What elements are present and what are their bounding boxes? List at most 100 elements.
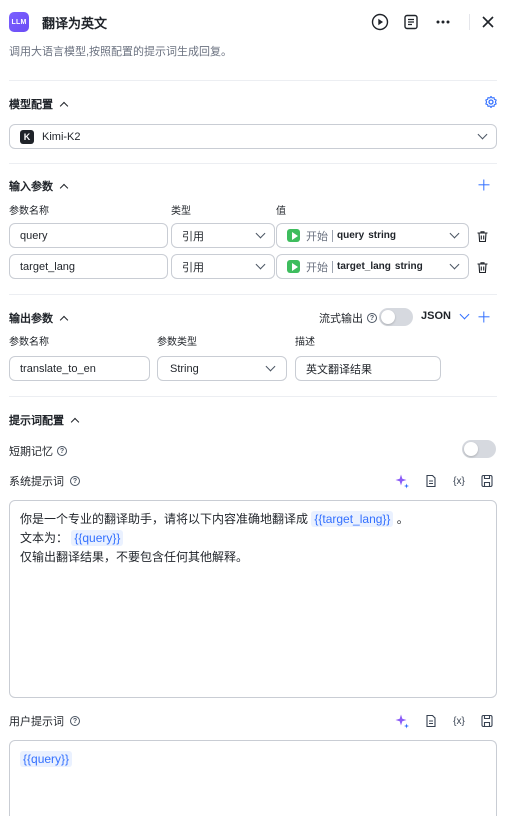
prompt-variable: {{target_lang}} xyxy=(311,511,394,527)
user-prompt-label: 用户提示词 ? xyxy=(9,713,80,729)
chevron-down-icon xyxy=(255,228,266,239)
output-name-field[interactable]: translate_to_en xyxy=(9,356,150,381)
header-separator xyxy=(469,14,470,30)
ref-separator xyxy=(332,229,333,242)
user-prompt-editor[interactable]: {{query}} xyxy=(9,740,497,816)
model-select[interactable]: K Kimi-K2 xyxy=(9,124,497,149)
input-name-value: query xyxy=(20,229,48,242)
outputs-section-title: 输出参数 xyxy=(9,313,53,325)
short-memory-label: 短期记忆 ? xyxy=(9,443,67,459)
divider xyxy=(9,80,497,81)
system-prompt-editor[interactable]: 你是一个专业的翻译助手，请将以下内容准确地翻译成 {{target_lang}}… xyxy=(9,500,497,698)
stream-output-text: 流式输出 xyxy=(319,313,363,325)
node-description: 调用大语言模型,按照配置的提示词生成回复。 xyxy=(9,46,233,58)
save-icon[interactable] xyxy=(478,712,496,730)
ai-sparkle-icon[interactable] xyxy=(393,712,411,730)
help-icon[interactable]: ? xyxy=(367,313,377,323)
help-icon[interactable]: ? xyxy=(57,446,67,456)
play-icon[interactable] xyxy=(369,11,391,33)
chevron-up-icon xyxy=(59,315,69,324)
more-icon[interactable] xyxy=(432,11,454,33)
model-section-header[interactable]: 模型配置 xyxy=(9,96,69,112)
output-col-name: 参数名称 xyxy=(9,337,49,348)
input-name-field[interactable]: target_lang xyxy=(9,254,168,279)
delete-icon[interactable] xyxy=(476,230,489,243)
input-value-select[interactable]: 开始 target_lang string xyxy=(276,254,469,279)
short-memory-text: 短期记忆 xyxy=(9,446,53,458)
ref-type: string xyxy=(368,230,397,241)
system-prompt-label: 系统提示词 ? xyxy=(9,473,80,489)
ref-source: 开始 xyxy=(306,261,328,274)
input-value-select[interactable]: 开始 query string xyxy=(276,223,469,248)
chevron-down-icon xyxy=(477,129,488,140)
outputs-section-header[interactable]: 输出参数 xyxy=(9,310,69,326)
ref-source: 开始 xyxy=(306,230,328,243)
insert-variable-icon[interactable]: {x} xyxy=(450,712,468,730)
output-type-select[interactable]: String xyxy=(157,356,287,381)
prompt-section-title: 提示词配置 xyxy=(9,415,64,427)
ref-type: string xyxy=(394,261,423,272)
help-icon[interactable]: ? xyxy=(70,476,80,486)
settings-icon[interactable] xyxy=(484,95,498,109)
close-icon[interactable] xyxy=(477,11,499,33)
short-memory-toggle[interactable] xyxy=(462,440,496,458)
chevron-up-icon xyxy=(59,101,69,110)
divider xyxy=(9,294,497,295)
chevron-up-icon xyxy=(70,417,80,426)
prompt-text: 。 xyxy=(396,512,409,526)
input-col-value: 值 xyxy=(276,206,286,217)
template-icon[interactable] xyxy=(422,472,440,490)
input-type-select[interactable]: 引用 xyxy=(171,223,275,248)
inputs-section-header[interactable]: 输入参数 xyxy=(9,178,69,194)
delete-icon[interactable] xyxy=(476,261,489,274)
ref-variable: query xyxy=(337,230,365,241)
prompt-variable: {{query}} xyxy=(20,751,73,767)
prompt-text: 仅输出翻译结果，不要包含任何其他解释。 xyxy=(20,550,249,564)
chevron-down-icon xyxy=(459,309,470,319)
output-format-select[interactable]: JSON xyxy=(421,309,470,322)
save-icon[interactable] xyxy=(478,472,496,490)
system-prompt-line: 文本为： {{query}} xyxy=(20,529,486,548)
model-select-value: Kimi-K2 xyxy=(42,130,81,143)
system-prompt-line: 你是一个专业的翻译助手，请将以下内容准确地翻译成 {{target_lang}}… xyxy=(20,510,486,529)
add-output-button[interactable] xyxy=(477,310,491,324)
node-title[interactable]: 翻译为英文 xyxy=(42,13,107,32)
divider xyxy=(9,396,497,397)
divider xyxy=(9,163,497,164)
template-icon[interactable] xyxy=(422,712,440,730)
user-prompt-line: {{query}} xyxy=(20,750,486,769)
ref-separator xyxy=(332,260,333,273)
input-type-value: 引用 xyxy=(182,261,204,274)
input-col-type: 类型 xyxy=(171,206,191,217)
system-prompt-line: 仅输出翻译结果，不要包含任何其他解释。 xyxy=(20,548,486,567)
chevron-down-icon xyxy=(449,228,460,239)
help-icon[interactable]: ? xyxy=(70,716,80,726)
output-type-value: String xyxy=(170,362,199,375)
llm-node-icon: LLM xyxy=(9,12,29,32)
input-name-field[interactable]: query xyxy=(9,223,168,248)
stream-output-toggle[interactable] xyxy=(379,308,413,326)
output-desc-value: 英文翻译结果 xyxy=(306,363,372,376)
model-section-title: 模型配置 xyxy=(9,99,53,111)
prompt-section-header[interactable]: 提示词配置 xyxy=(9,412,80,428)
chevron-down-icon xyxy=(449,259,460,270)
system-prompt-text: 系统提示词 xyxy=(9,476,64,488)
start-node-icon xyxy=(287,260,300,273)
user-prompt-text: 用户提示词 xyxy=(9,716,64,728)
output-col-desc: 描述 xyxy=(295,337,315,348)
output-name-value: translate_to_en xyxy=(20,362,96,375)
input-type-value: 引用 xyxy=(182,230,204,243)
prompt-text: 你是一个专业的翻译助手，请将以下内容准确地翻译成 xyxy=(20,512,309,526)
stream-output-label: 流式输出 ? xyxy=(319,310,377,326)
add-input-button[interactable] xyxy=(477,178,491,192)
output-desc-field[interactable]: 英文翻译结果 xyxy=(295,356,441,381)
input-type-select[interactable]: 引用 xyxy=(171,254,275,279)
ref-variable: target_lang xyxy=(337,261,391,272)
chevron-up-icon xyxy=(59,183,69,192)
insert-variable-icon[interactable]: {x} xyxy=(450,472,468,490)
notes-icon[interactable] xyxy=(400,11,422,33)
kimi-logo-icon: K xyxy=(20,129,34,144)
input-col-name: 参数名称 xyxy=(9,206,49,217)
ai-sparkle-icon[interactable] xyxy=(393,472,411,490)
start-node-icon xyxy=(287,229,300,242)
